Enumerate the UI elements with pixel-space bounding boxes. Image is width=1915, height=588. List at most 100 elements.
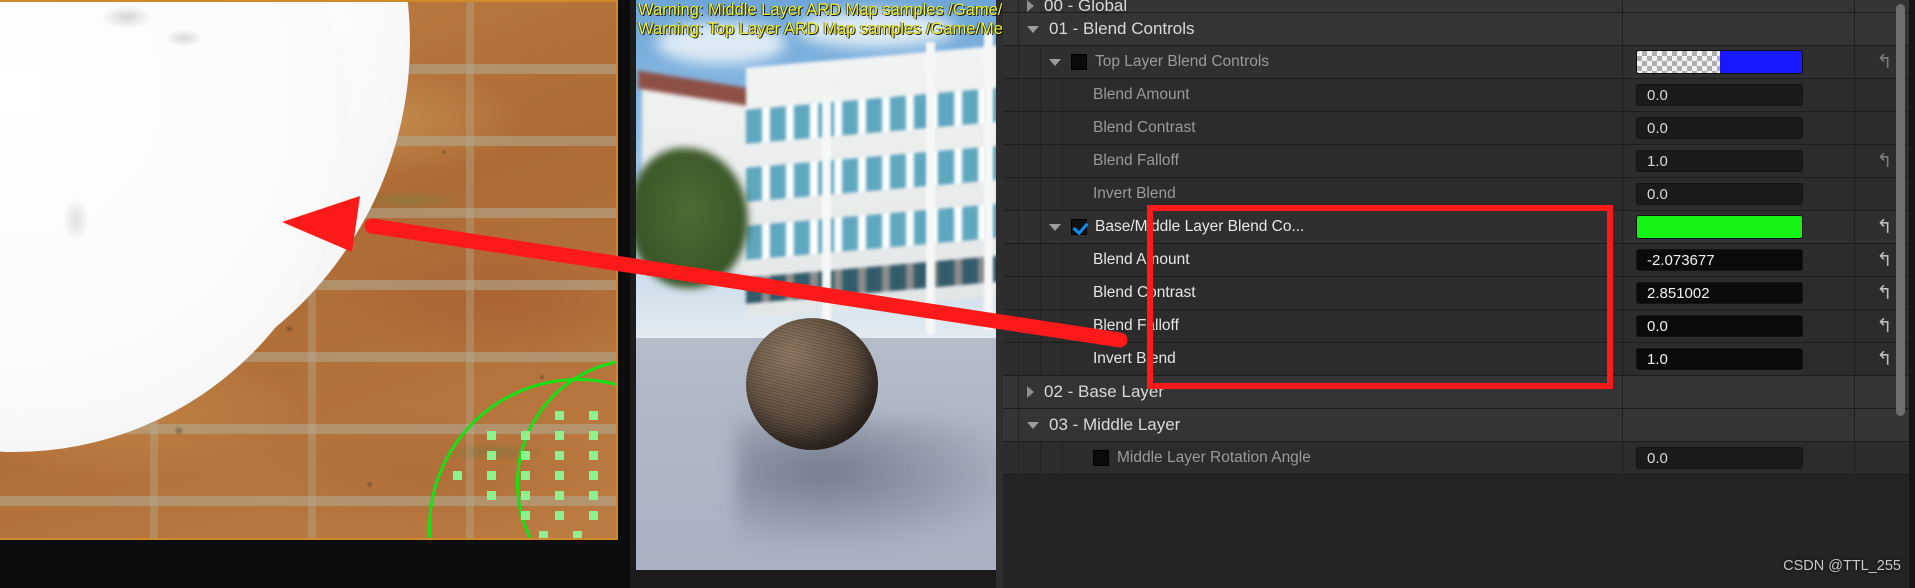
- revert-to-default-icon[interactable]: ↰: [1877, 217, 1893, 237]
- indent-guide: [1019, 343, 1041, 375]
- property-label: Base/Middle Layer Blend Co...: [1095, 218, 1305, 235]
- chevron-right-icon[interactable]: [1027, 0, 1034, 12]
- row-value-cell: [1623, 46, 1855, 78]
- chevron-down-icon[interactable]: [1049, 58, 1061, 66]
- preview-sphere-mesh[interactable]: [746, 318, 878, 450]
- property-row[interactable]: Blend Falloff 0.0 ↰: [1003, 310, 1915, 343]
- indent-guide: [1003, 244, 1019, 276]
- facade-pillar: [822, 96, 831, 328]
- row-name-cell: 01 - Blend Controls: [1019, 13, 1623, 45]
- property-row[interactable]: Middle Layer Rotation Angle 0.0: [1003, 442, 1915, 475]
- property-row[interactable]: Blend Amount -2.073677 ↰: [1003, 244, 1915, 277]
- property-label: 03 - Middle Layer: [1049, 415, 1181, 434]
- indent-guide: [1003, 46, 1019, 78]
- window-band: [746, 144, 996, 202]
- category-row[interactable]: 03 - Middle Layer: [1003, 409, 1915, 442]
- cloud: [656, 22, 786, 64]
- property-row[interactable]: Invert Blend 0.0: [1003, 178, 1915, 211]
- row-name-cell: Top Layer Blend Controls: [1041, 46, 1623, 78]
- indent-guide: [1041, 244, 1063, 276]
- indent-guide: [1003, 442, 1019, 474]
- property-label: Middle Layer Rotation Angle: [1117, 449, 1311, 466]
- indent-guide: [1003, 112, 1019, 144]
- indent-guide: [1041, 178, 1063, 210]
- revert-to-default-icon[interactable]: ↰: [1877, 250, 1893, 270]
- category-row[interactable]: 02 - Base Layer: [1003, 376, 1915, 409]
- row-value-cell: [1623, 0, 1855, 12]
- indent-guide: [1003, 376, 1019, 408]
- chevron-down-icon[interactable]: [1049, 223, 1061, 231]
- row-value-cell: 0.0: [1623, 79, 1855, 111]
- row-value-cell: 0.0: [1623, 112, 1855, 144]
- revert-to-default-icon[interactable]: ↰: [1877, 52, 1893, 72]
- revert-to-default-icon[interactable]: ↰: [1877, 349, 1893, 369]
- row-name-cell: Blend Falloff: [1063, 310, 1623, 342]
- watermark-text: CSDN @TTL_255: [1783, 558, 1901, 574]
- property-label: 01 - Blend Controls: [1049, 19, 1195, 38]
- property-row[interactable]: Blend Amount 0.0: [1003, 79, 1915, 112]
- texture-preview-pane[interactable]: [0, 0, 618, 540]
- numeric-input[interactable]: 0.0: [1636, 315, 1803, 337]
- color-swatch[interactable]: [1636, 215, 1803, 239]
- numeric-input[interactable]: 0.0: [1636, 183, 1803, 205]
- revert-to-default-icon[interactable]: ↰: [1877, 283, 1893, 303]
- property-row[interactable]: Invert Blend 1.0 ↰: [1003, 343, 1915, 376]
- unreal-editor-window: Warning: Base Layer ARD Map samples /Gam…: [0, 0, 1915, 588]
- property-row[interactable]: Blend Contrast 0.0: [1003, 112, 1915, 145]
- indent-guide: [1019, 442, 1041, 474]
- chevron-down-icon[interactable]: [1027, 421, 1039, 429]
- indent-guide: [1003, 145, 1019, 177]
- pane-divider: [618, 0, 630, 588]
- numeric-input[interactable]: 2.851002: [1636, 282, 1803, 304]
- indent-guide: [1019, 178, 1041, 210]
- color-swatch[interactable]: [1636, 50, 1803, 74]
- indent-guide: [1041, 145, 1063, 177]
- numeric-input[interactable]: 0.0: [1636, 117, 1803, 139]
- material-preview-viewport[interactable]: Warning: Base Layer ARD Map samples /Gam…: [630, 0, 1003, 588]
- property-label: 02 - Base Layer: [1044, 382, 1165, 401]
- property-label: Blend Amount: [1093, 251, 1190, 268]
- numeric-input[interactable]: 1.0: [1636, 348, 1803, 370]
- details-scrollbar[interactable]: [1896, 4, 1905, 474]
- category-row[interactable]: 00 - Global: [1003, 0, 1915, 15]
- numeric-input[interactable]: 0.0: [1636, 84, 1803, 106]
- checkbox-unchecked[interactable]: [1071, 54, 1087, 70]
- row-value-cell: 2.851002: [1623, 277, 1855, 309]
- revert-to-default-icon[interactable]: ↰: [1877, 151, 1893, 171]
- scrollbar-thumb[interactable]: [1896, 4, 1905, 416]
- indent-guide: [1019, 112, 1041, 144]
- checkbox-unchecked[interactable]: [1093, 450, 1109, 466]
- chevron-right-icon[interactable]: [1027, 386, 1034, 398]
- row-name-cell: Invert Blend: [1063, 178, 1623, 210]
- checkbox-checked[interactable]: [1071, 219, 1087, 235]
- facade-pillar: [984, 30, 993, 330]
- sphere-material-texture: [746, 318, 878, 450]
- window-band: [746, 254, 996, 304]
- indent-guide: [1019, 145, 1041, 177]
- details-panel[interactable]: 00 - Global 01 - Blend Controls Top Layer …: [1003, 0, 1915, 588]
- row-name-cell: 00 - Global: [1019, 0, 1623, 15]
- selection-vertex-dots: [316, 238, 616, 538]
- window-band: [746, 202, 996, 260]
- row-name-cell: Invert Blend: [1063, 343, 1623, 375]
- row-name-cell: Blend Contrast: [1063, 112, 1623, 144]
- indent-guide: [1019, 277, 1041, 309]
- numeric-input[interactable]: -2.073677: [1636, 249, 1803, 271]
- panel-right-edge: [1909, 0, 1915, 588]
- revert-to-default-icon[interactable]: ↰: [1877, 316, 1893, 336]
- chevron-down-icon[interactable]: [1027, 25, 1039, 33]
- property-group-row[interactable]: Top Layer Blend Controls ↰: [1003, 46, 1915, 79]
- indent-guide: [1003, 277, 1019, 309]
- row-name-cell: Blend Amount: [1063, 79, 1623, 111]
- category-row[interactable]: 01 - Blend Controls: [1003, 13, 1915, 46]
- row-value-cell: 0.0: [1623, 310, 1855, 342]
- background-building-main: [746, 44, 996, 318]
- numeric-input[interactable]: 1.0: [1636, 150, 1803, 172]
- indent-guide: [1041, 442, 1063, 474]
- numeric-input[interactable]: 0.0: [1636, 447, 1803, 469]
- property-row[interactable]: Blend Falloff 1.0 ↰: [1003, 145, 1915, 178]
- property-group-row[interactable]: Base/Middle Layer Blend Co... ↰: [1003, 211, 1915, 244]
- indent-guide: [1003, 178, 1019, 210]
- property-row[interactable]: Blend Contrast 2.851002 ↰: [1003, 277, 1915, 310]
- row-value-cell: 0.0: [1623, 178, 1855, 210]
